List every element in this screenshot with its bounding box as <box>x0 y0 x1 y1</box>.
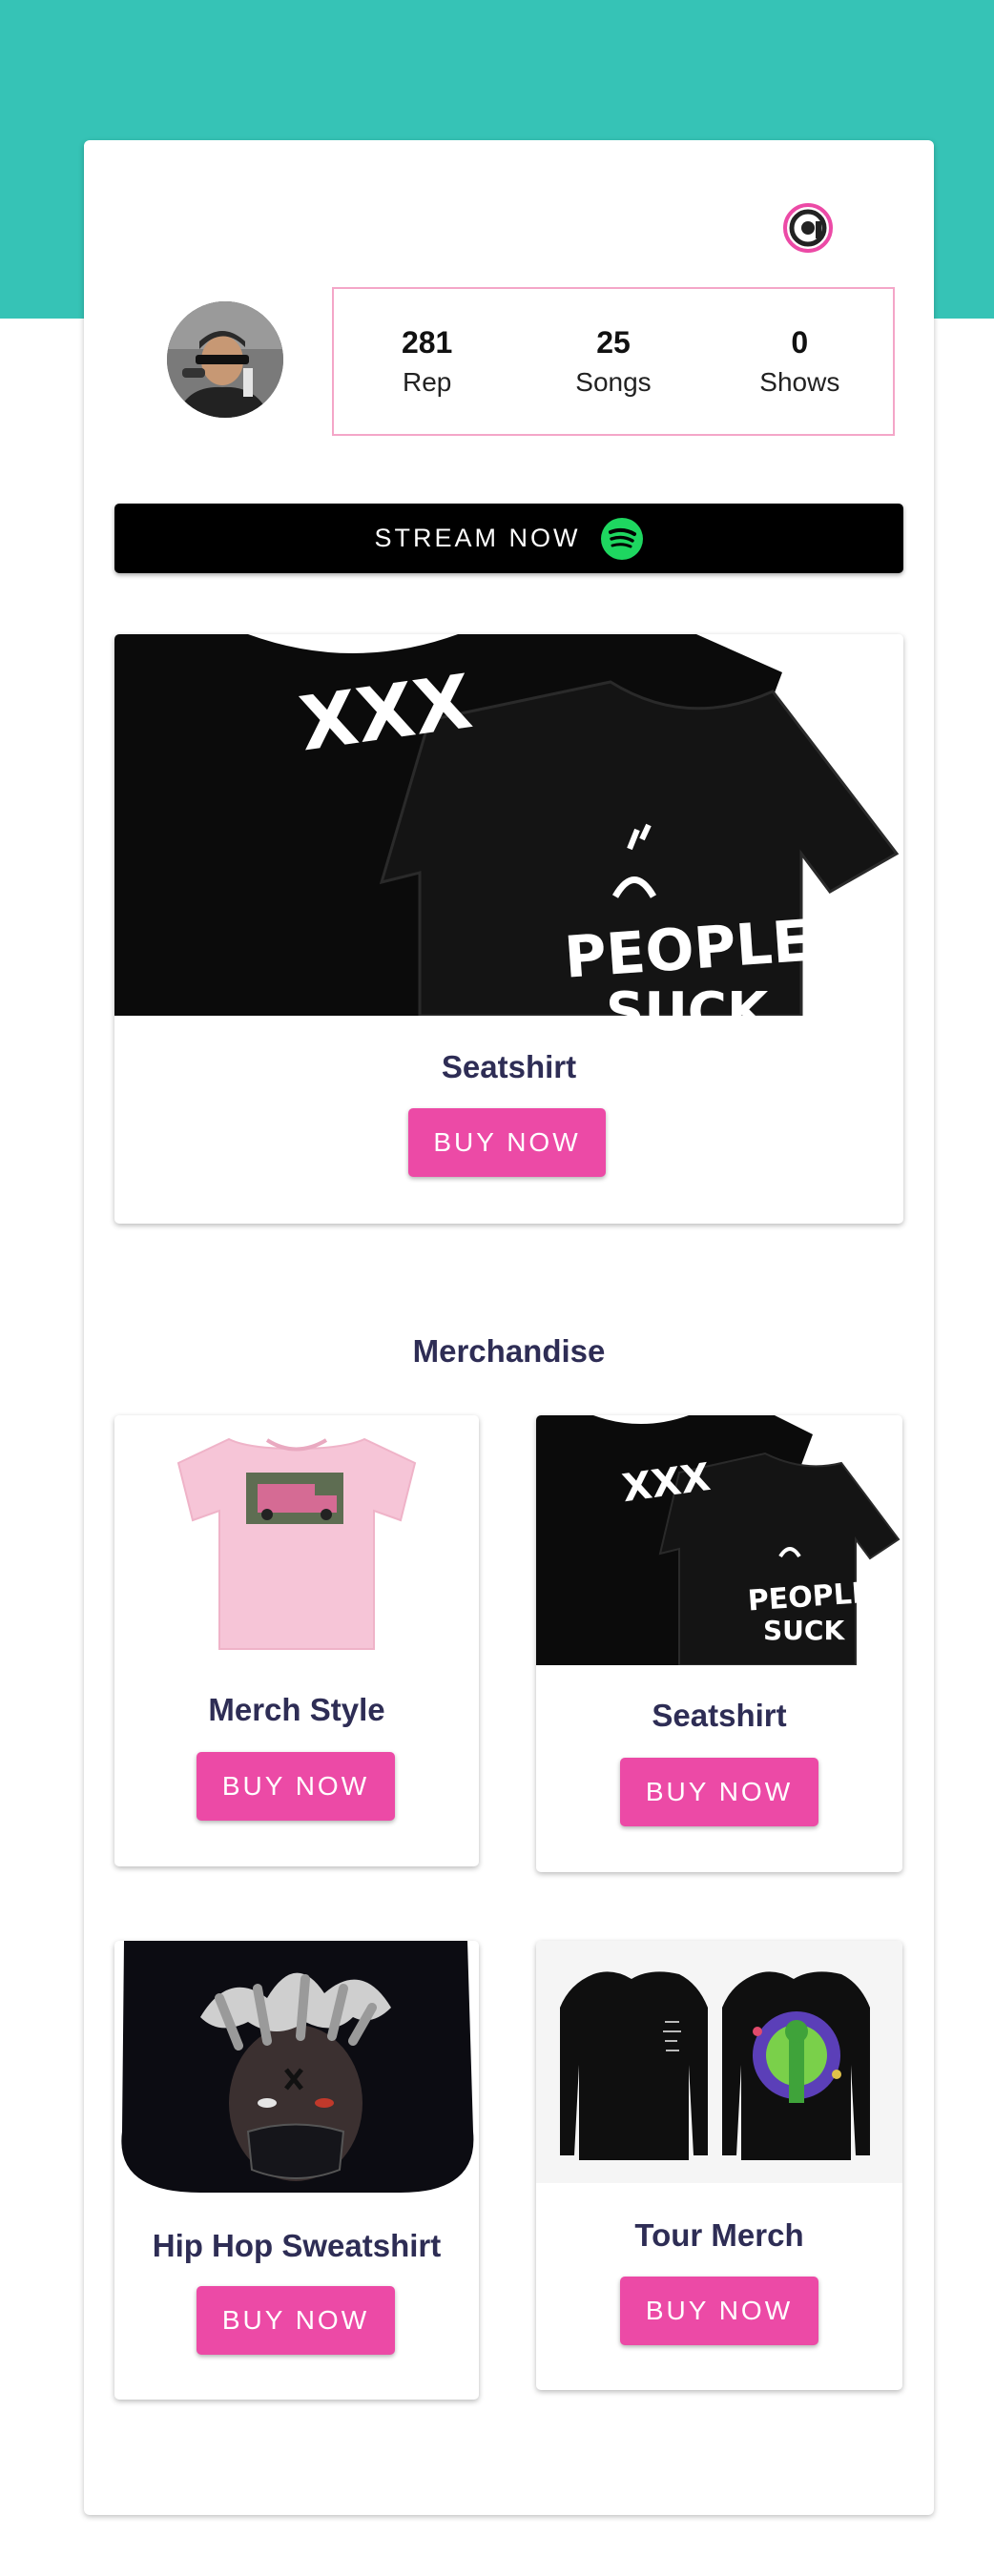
stat-label: Songs <box>575 367 652 397</box>
stream-now-button[interactable]: STREAM NOW <box>114 504 903 573</box>
buy-now-button[interactable]: BUY NOW <box>620 1758 818 1826</box>
product-card-tour-merch[interactable]: Tour Merch BUY NOW <box>536 1941 902 2390</box>
product-image[interactable]: XXX PEOPLE SUCK <box>536 1415 902 1665</box>
product-card-hip-hop-sweatshirt[interactable]: Hip Hop Sweatshirt BUY NOW <box>114 1941 479 2400</box>
product-name: Hip Hop Sweatshirt <box>152 2228 442 2263</box>
product-image[interactable] <box>114 1941 479 2193</box>
brand-logo-icon[interactable] <box>782 202 834 254</box>
suck-print: SUCK <box>763 1615 845 1646</box>
stat-songs[interactable]: 25 Songs <box>521 321 705 402</box>
stat-shows[interactable]: 0 Shows <box>708 321 892 402</box>
spotify-icon <box>600 517 643 560</box>
buy-now-button[interactable]: BUY NOW <box>408 1108 606 1177</box>
stat-value: 0 <box>791 325 809 360</box>
avatar[interactable] <box>167 301 283 418</box>
stats-panel: 281 Rep 25 Songs 0 Shows <box>332 287 895 436</box>
buy-now-button[interactable]: BUY NOW <box>620 2277 818 2345</box>
product-image[interactable] <box>536 1941 902 2183</box>
product-name: Merch Style <box>208 1692 385 1727</box>
product-card-merch-style[interactable]: Merch Style BUY NOW <box>114 1415 479 1866</box>
stat-rep[interactable]: 281 Rep <box>335 321 519 402</box>
stat-label: Rep <box>402 367 452 397</box>
product-image[interactable]: XXX PEOPLE SUCK <box>114 634 903 1016</box>
suck-print: SUCK <box>606 981 771 1016</box>
product-image[interactable] <box>114 1415 479 1661</box>
featured-product-card[interactable]: XXX PEOPLE SUCK Seatshirt BUY NOW <box>114 634 903 1224</box>
product-name: Tour Merch <box>634 2217 804 2253</box>
stat-value: 281 <box>401 325 453 360</box>
product-name: Seatshirt <box>441 1049 577 1084</box>
product-name: Seatshirt <box>652 1698 787 1733</box>
product-card-seatshirt[interactable]: XXX PEOPLE SUCK Seatshirt BUY NOW <box>536 1415 902 1872</box>
stat-value: 25 <box>596 325 631 360</box>
stat-label: Shows <box>759 367 840 397</box>
buy-now-button[interactable]: BUY NOW <box>197 1752 395 1821</box>
buy-now-button[interactable]: BUY NOW <box>197 2286 395 2355</box>
stream-now-label: STREAM NOW <box>374 524 581 552</box>
section-title: Merchandise <box>412 1333 606 1369</box>
